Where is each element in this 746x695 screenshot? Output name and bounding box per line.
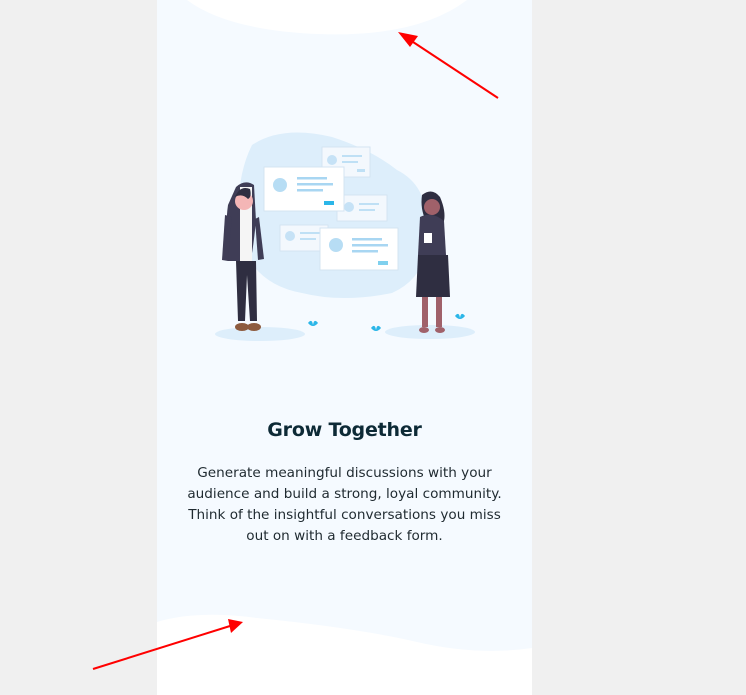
- community-illustration: [215, 132, 475, 341]
- bottom-wave: [157, 614, 532, 695]
- card-main: [263, 166, 345, 212]
- top-wave: [187, 0, 467, 35]
- card-bottom-right: [319, 227, 399, 271]
- onboarding-description: Generate meaningful discussions with you…: [187, 465, 502, 544]
- plant-1: [308, 320, 318, 326]
- onboarding-screen: Grow Together Generate meaningful discus…: [157, 0, 532, 695]
- plant-3: [455, 313, 465, 319]
- plant-2: [371, 325, 381, 331]
- onboarding-title: Grow Together: [267, 419, 422, 441]
